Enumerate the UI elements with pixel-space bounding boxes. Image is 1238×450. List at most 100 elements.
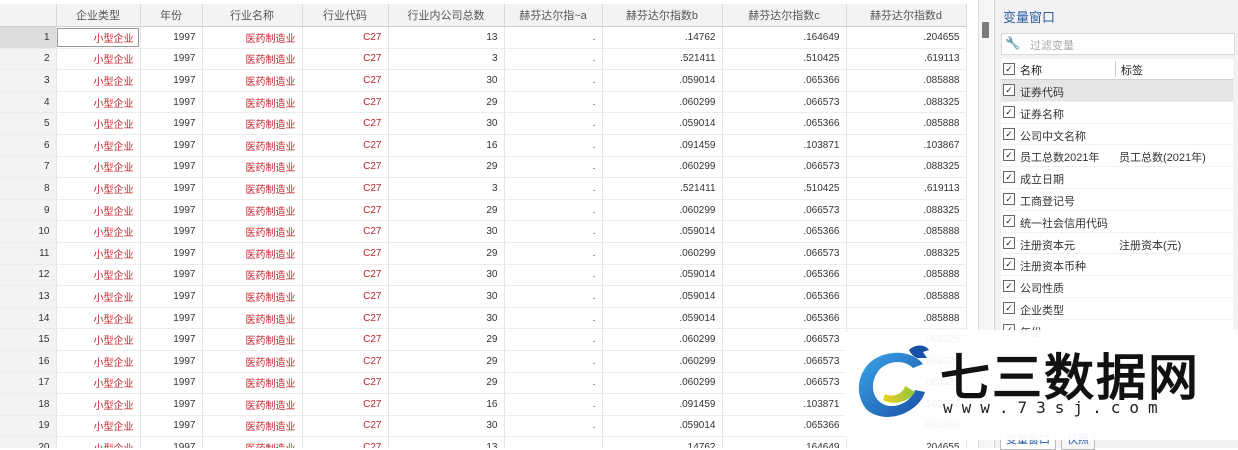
table-cell[interactable]: .085888 (846, 69, 967, 92)
table-cell[interactable]: .059014 (602, 307, 723, 330)
table-row[interactable]: 4 小型企业 1997 医药制造业 C27 29. .060299.066573.08832… (0, 91, 967, 114)
table-cell[interactable]: 医药制造业 (202, 307, 303, 330)
table-cell[interactable]: 医药制造业 (202, 177, 303, 200)
table-cell[interactable]: 1997 (140, 220, 203, 243)
table-cell[interactable]: 30 (388, 112, 505, 135)
table-cell[interactable]: . (504, 328, 603, 351)
table-cell[interactable]: .091459 (602, 134, 723, 157)
row-number[interactable]: 18 (0, 393, 57, 416)
table-row[interactable]: 12 小型企业 1997 医药制造业 C27 30. .059014.065366.0858… (0, 264, 967, 287)
table-cell[interactable]: 小型企业 (56, 372, 141, 395)
table-cell[interactable]: 29 (388, 372, 505, 395)
table-cell[interactable]: .066573 (722, 91, 847, 114)
table-cell[interactable]: C27 (302, 285, 389, 308)
table-cell[interactable]: C27 (302, 199, 389, 222)
table-cell[interactable]: 医药制造业 (202, 436, 303, 448)
table-cell[interactable]: . (504, 307, 603, 330)
table-cell[interactable]: 1997 (140, 307, 203, 330)
checkbox-checked-icon[interactable]: ✓ (1003, 105, 1015, 118)
table-cell[interactable]: C27 (302, 328, 389, 351)
table-row[interactable]: 1 小型企业 1997 医药制造业 C27 13. .14762.164649.204655 (0, 26, 967, 49)
table-cell[interactable]: 30 (388, 415, 505, 438)
table-cell[interactable]: .521411 (602, 177, 723, 200)
table-cell[interactable]: .060299 (602, 91, 723, 114)
table-row[interactable]: 20小型企业1997医药制造业C2713..14762.164649.20465… (0, 436, 967, 448)
table-cell[interactable]: .060299 (602, 242, 723, 265)
table-cell[interactable]: 30 (388, 285, 505, 308)
table-cell[interactable]: . (504, 285, 603, 308)
row-number[interactable]: 5 (0, 112, 57, 135)
table-cell[interactable]: .065366 (722, 264, 847, 287)
table-cell[interactable]: 小型企业 (56, 264, 141, 287)
row-number[interactable]: 20 (0, 436, 57, 448)
table-cell[interactable]: 医药制造业 (202, 415, 303, 438)
table-cell[interactable]: 29 (388, 242, 505, 265)
table-cell[interactable]: .060299 (602, 199, 723, 222)
variable-item[interactable]: ✓ 公司中文名称 (1001, 123, 1233, 146)
table-row[interactable]: 11 小型企业 1997 医药制造业 C27 29. .060299.066573.0883… (0, 242, 967, 265)
table-cell[interactable]: 1997 (140, 69, 203, 92)
table-cell[interactable]: . (504, 156, 603, 179)
table-row[interactable]: 13 小型企业 1997 医药制造业 C27 30. .059014.065366.0858… (0, 285, 967, 308)
table-cell[interactable]: 29 (388, 350, 505, 373)
table-cell[interactable]: 16 (388, 393, 505, 416)
table-cell[interactable]: 小型企业 (56, 220, 141, 243)
table-cell[interactable]: .059014 (602, 69, 723, 92)
table-cell[interactable]: .521411 (602, 48, 723, 71)
table-cell[interactable]: 1997 (140, 285, 203, 308)
column-header[interactable]: 行业内公司总数 (388, 4, 505, 27)
table-cell[interactable]: C27 (302, 177, 389, 200)
table-cell[interactable]: .065366 (722, 112, 847, 135)
table-cell[interactable]: . (504, 48, 603, 71)
table-cell[interactable]: 小型企业 (56, 350, 141, 373)
table-cell[interactable]: 1997 (140, 156, 203, 179)
table-cell[interactable]: .060299 (602, 350, 723, 373)
table-cell[interactable]: 小型企业 (56, 26, 141, 49)
row-number[interactable]: 3 (0, 69, 57, 92)
table-row[interactable]: 14 小型企业 1997 医药制造业 C27 30. .059014.065366.0858… (0, 307, 967, 330)
table-cell[interactable]: .059014 (602, 112, 723, 135)
table-cell[interactable]: .066573 (722, 199, 847, 222)
table-cell[interactable]: 小型企业 (56, 242, 141, 265)
variable-filter-input[interactable]: 🔧 过滤变量 (1001, 33, 1235, 55)
table-cell[interactable]: .066573 (722, 350, 847, 373)
wrench-icon[interactable]: 🔧 (1005, 36, 1020, 50)
row-number[interactable]: 16 (0, 350, 57, 373)
table-cell[interactable]: 医药制造业 (202, 242, 303, 265)
scrollbar-thumb[interactable] (982, 22, 989, 38)
table-cell[interactable]: .066573 (722, 156, 847, 179)
table-cell[interactable]: .085888 (846, 264, 967, 287)
table-cell[interactable]: .066573 (722, 328, 847, 351)
table-cell[interactable]: 29 (388, 199, 505, 222)
table-cell[interactable]: .510425 (722, 177, 847, 200)
table-row[interactable]: 19小型企业1997医药制造业C2730..059014.065366.0858… (0, 415, 967, 438)
table-cell[interactable]: C27 (302, 436, 389, 448)
table-cell[interactable]: C27 (302, 393, 389, 416)
table-cell[interactable]: 小型企业 (56, 393, 141, 416)
table-cell[interactable]: .204655 (846, 26, 967, 49)
table-cell[interactable]: .059014 (602, 415, 723, 438)
table-cell[interactable]: 29 (388, 156, 505, 179)
table-cell[interactable]: 小型企业 (56, 415, 141, 438)
row-number[interactable]: 2 (0, 48, 57, 71)
table-cell[interactable]: 13 (388, 26, 505, 49)
variable-item[interactable]: ✓ 注册资本币种 (1001, 254, 1233, 277)
variable-item[interactable]: ✓ 企业类型 (1001, 297, 1233, 320)
table-cell[interactable]: . (504, 134, 603, 157)
table-cell[interactable]: 小型企业 (56, 156, 141, 179)
table-cell[interactable]: .065366 (722, 415, 847, 438)
table-cell[interactable]: 1997 (140, 242, 203, 265)
table-cell[interactable]: 1997 (140, 415, 203, 438)
table-cell[interactable]: .065366 (722, 69, 847, 92)
table-cell[interactable]: 医药制造业 (202, 199, 303, 222)
table-cell[interactable]: .085888 (846, 220, 967, 243)
table-cell[interactable]: C27 (302, 415, 389, 438)
table-cell[interactable]: .085888 (846, 285, 967, 308)
table-cell[interactable]: 医药制造业 (202, 328, 303, 351)
checkbox-checked-icon[interactable]: ✓ (1003, 192, 1015, 205)
table-cell[interactable]: 16 (388, 134, 505, 157)
table-row[interactable]: 7 小型企业 1997 医药制造业 C27 29. .060299.066573.08832… (0, 156, 967, 179)
table-cell[interactable]: 30 (388, 220, 505, 243)
checkbox-checked-icon[interactable]: ✓ (1003, 149, 1015, 162)
table-cell[interactable]: 1997 (140, 91, 203, 114)
